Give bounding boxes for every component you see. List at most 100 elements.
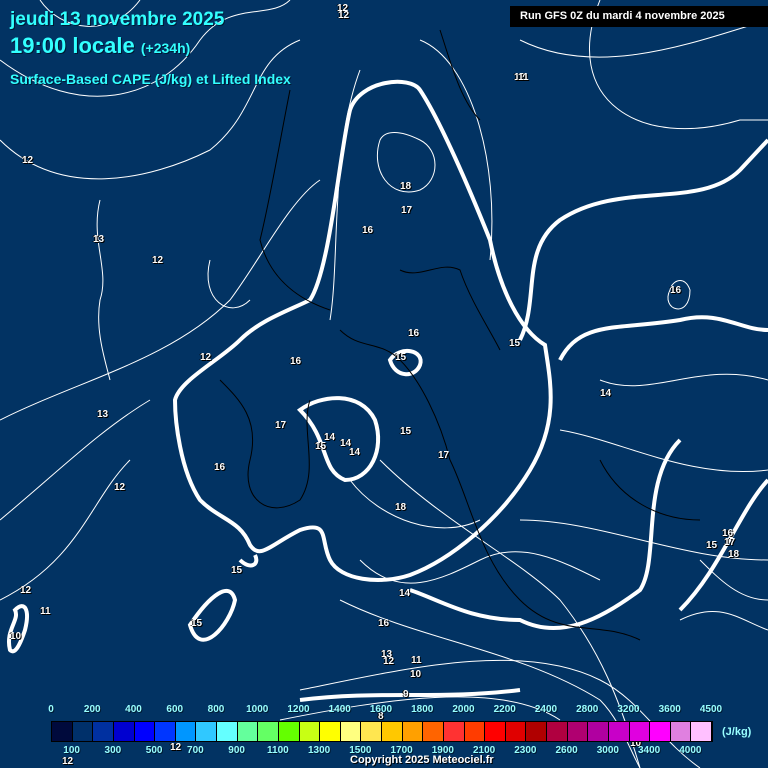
contour-label: 16 — [378, 618, 390, 629]
scale-tick-top: 3600 — [658, 704, 681, 715]
color-swatch — [443, 722, 465, 741]
scale-tick-bottom: 700 — [187, 745, 204, 756]
scale-tick-bottom: 900 — [228, 745, 245, 756]
scale-tick-top: 3200 — [617, 704, 640, 715]
scale-tick-top: 1600 — [369, 704, 393, 715]
contour-label: 14 — [349, 447, 361, 458]
contour-label: 10 — [10, 631, 22, 642]
contour-label: 10 — [410, 669, 422, 680]
local-time: 19:00 locale — [10, 33, 135, 58]
contour-label: 13 — [97, 409, 109, 420]
color-swatch — [134, 722, 156, 741]
color-swatch — [299, 722, 321, 741]
contour-label: 16 — [290, 356, 302, 367]
contour-label: 18 — [400, 181, 412, 192]
color-swatch — [567, 722, 589, 741]
contour-label: 17 — [401, 205, 413, 216]
contour-label: 12 — [22, 155, 34, 166]
scale-tick-top: 400 — [125, 704, 142, 715]
contour-label: 12 — [62, 756, 74, 767]
contour-label: 11 — [518, 72, 529, 83]
scale-tick-top: 0 — [48, 704, 54, 715]
color-swatch — [72, 722, 94, 741]
scale-tick-top: 2400 — [534, 704, 558, 715]
color-swatch — [258, 722, 279, 741]
color-swatch — [175, 722, 197, 741]
contour-label: 15 — [231, 565, 243, 576]
contour-label: 17 — [724, 537, 736, 548]
contour-label: 16 — [362, 225, 374, 236]
color-swatch — [402, 722, 424, 741]
scale-tick-top: 1800 — [411, 704, 434, 715]
contour-label: 12 — [383, 656, 395, 667]
scale-tick-bottom: 3000 — [596, 745, 619, 756]
scale-tick-top: 200 — [83, 704, 101, 715]
color-swatch — [361, 722, 382, 741]
contour-label: 11 — [40, 606, 51, 617]
contour-label: 16 — [214, 462, 226, 473]
color-swatch — [217, 722, 238, 741]
color-swatch — [320, 722, 341, 741]
color-swatch — [629, 722, 651, 741]
color-swatch — [382, 722, 403, 741]
scale-tick-top: 800 — [207, 704, 225, 715]
contour-label: 16 — [408, 328, 420, 339]
scale-tick-top: 1000 — [246, 704, 269, 715]
scale-tick-bottom: 500 — [145, 745, 163, 756]
contour-label: 14 — [399, 588, 411, 599]
contour-label: 12 — [170, 742, 182, 753]
forecast-time: 19:00 locale (+234h) — [10, 33, 190, 59]
color-swatch — [155, 722, 176, 741]
color-swatch — [670, 722, 692, 741]
contour-label: 18 — [395, 502, 407, 513]
contour-label: 15 — [395, 352, 407, 363]
color-swatch — [278, 722, 300, 741]
unit-label: (J/kg) — [722, 726, 752, 738]
color-swatch — [237, 722, 259, 741]
contour-label: 16 — [670, 285, 682, 296]
contour-label: 15 — [315, 441, 327, 452]
scale-tick-top: 600 — [166, 704, 184, 715]
color-swatch — [340, 722, 362, 741]
color-swatch — [52, 722, 73, 741]
contour-label: 15 — [706, 540, 718, 551]
scale-tick-bottom: 100 — [63, 745, 80, 756]
color-swatch — [547, 722, 568, 741]
scale-tick-bottom: 300 — [104, 745, 122, 756]
contour-label: 12 — [200, 352, 212, 363]
contour-label: 12 — [114, 482, 126, 493]
color-swatch — [608, 722, 630, 741]
color-swatch — [464, 722, 486, 741]
contour-label: 9 — [403, 689, 409, 700]
contour-label: 14 — [600, 388, 612, 399]
forecast-offset: (+234h) — [140, 40, 191, 56]
scale-tick-top: 1200 — [287, 704, 310, 715]
cape-map: jeudi 13 novembre 2025 19:00 locale (+23… — [0, 0, 768, 768]
contour-label: 13 — [93, 234, 105, 245]
color-swatch — [485, 722, 506, 741]
copyright: Copyright 2025 Meteociel.fr — [350, 754, 494, 766]
contour-label: 12 — [338, 10, 350, 21]
color-swatch — [691, 722, 712, 741]
scale-tick-bottom: 2600 — [555, 745, 578, 756]
color-swatch — [650, 722, 671, 741]
color-swatch — [505, 722, 527, 741]
color-swatch — [423, 722, 444, 741]
cape-color-scale — [51, 721, 713, 742]
contour-label: 17 — [438, 450, 450, 461]
scale-tick-top: 2800 — [576, 704, 599, 715]
scale-tick-top: 1400 — [328, 704, 351, 715]
contour-label: 18 — [728, 549, 740, 560]
scale-tick-bottom: 2300 — [514, 745, 537, 756]
color-swatch — [93, 722, 114, 741]
contour-label: 15 — [509, 338, 521, 349]
scale-tick-bottom: 3400 — [638, 745, 661, 756]
scale-tick-top: 2000 — [452, 704, 475, 715]
forecast-date: jeudi 13 novembre 2025 — [10, 9, 225, 30]
li-zero-contours — [6, 79, 768, 702]
contour-label: 11 — [411, 655, 422, 666]
color-swatch — [196, 722, 217, 741]
contour-label: 12 — [152, 255, 164, 266]
contour-label: 12 — [20, 585, 32, 596]
product-title: Surface-Based CAPE (J/kg) et Lifted Inde… — [10, 71, 291, 87]
